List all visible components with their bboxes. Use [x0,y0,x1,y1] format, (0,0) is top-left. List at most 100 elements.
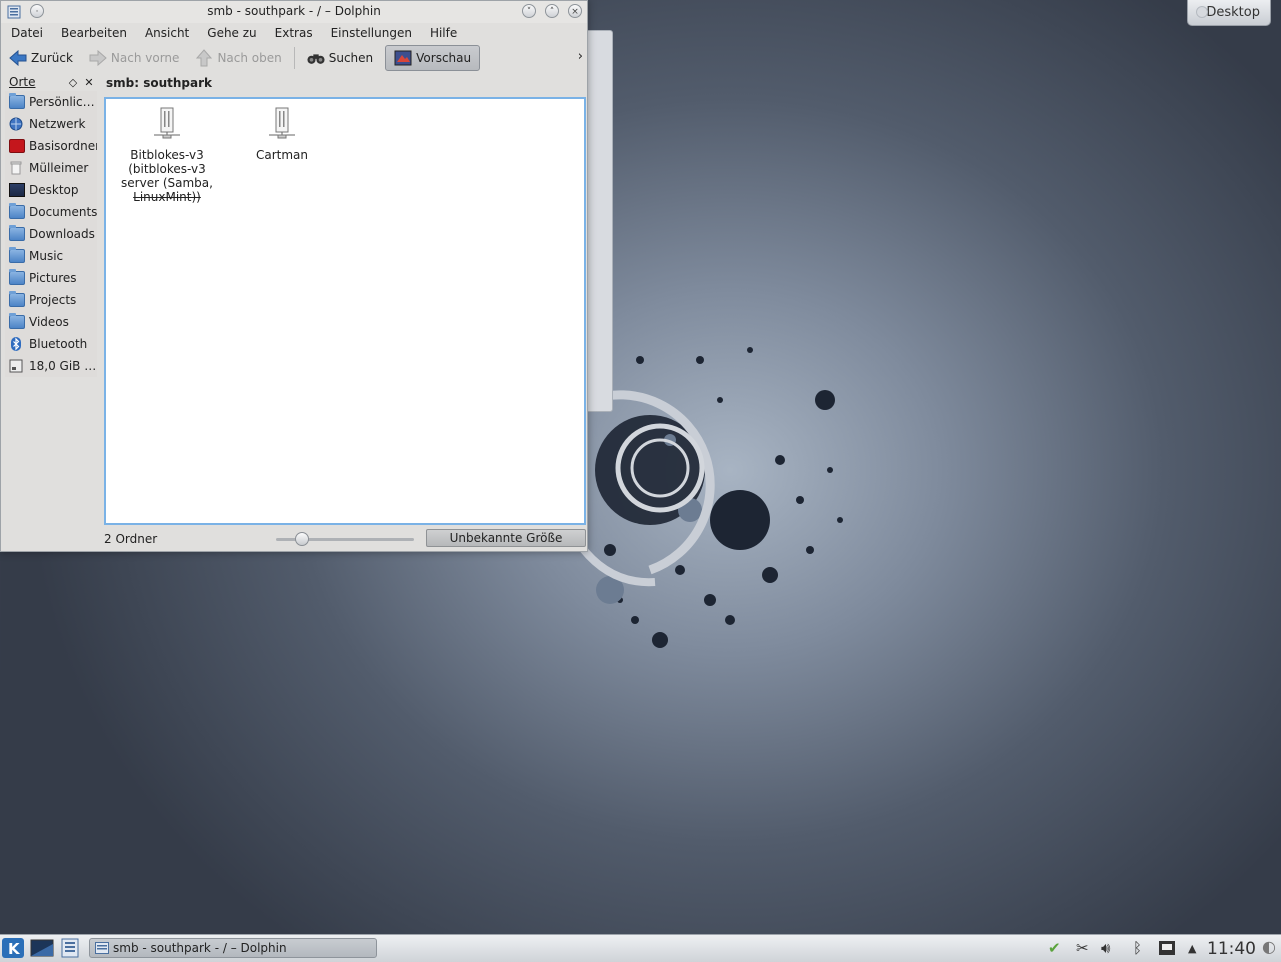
place-label: 18,0 GiB … [29,359,97,373]
item-name-line: Cartman [255,148,309,162]
place-label: Mülleimer [29,161,89,175]
menu-bearbeiten[interactable]: Bearbeiten [51,23,135,43]
clock[interactable]: 11:40 [1207,939,1256,959]
place-drive[interactable]: 18,0 GiB … [5,355,97,377]
place-home[interactable]: Persönlic… [5,91,97,113]
place-root[interactable]: Basisordner [5,135,97,157]
menu-einstellungen[interactable]: Einstellungen [321,23,420,43]
menu-bar: Datei Bearbeiten Ansicht Gehe zu Extras … [1,23,587,43]
menu-extras[interactable]: Extras [265,23,321,43]
folder-icon [9,247,25,263]
kde-launcher-icon[interactable]: K [2,938,24,958]
cashew-icon [1196,6,1208,18]
main-toolbar: Zurück Nach vorne Nach oben Suchen Vorsc… [1,43,587,73]
search-label: Suchen [328,51,374,65]
share-item-bitblokes[interactable]: Bitblokes-v3 (bitblokes-v3 server (Samba… [119,107,215,204]
place-desktop[interactable]: Desktop [5,179,97,201]
menu-datei[interactable]: Datei [1,23,51,43]
folder-icon [9,225,25,241]
clipboard-scissors-icon[interactable]: ✂ [1076,939,1089,957]
place-bluetooth[interactable]: Bluetooth [5,333,97,355]
place-label: Documents [29,205,97,219]
place-label: Music [29,249,64,263]
taskbar: K smb - southpark - / – Dolphin ✔ ✂ 🔊︎ ᛒ… [0,934,1281,962]
dolphin-window: · smb - southpark - / – Dolphin ˅ ˄ × Da… [0,0,588,552]
panel-toolbox-icon[interactable]: ◐ [1262,937,1276,956]
file-manager-launcher-icon[interactable] [60,938,80,958]
float-panel-icon[interactable]: ◇ [65,76,81,89]
search-button[interactable]: Suchen [299,45,381,71]
free-space-button[interactable]: Unbekannte Größe [426,529,586,547]
place-label: Desktop [29,183,79,197]
up-label: Nach oben [217,51,282,65]
close-icon[interactable]: × [568,4,582,18]
item-name-line: LinuxMint)) [133,190,201,204]
item-name-line: Bitblokes-v3 [130,148,204,162]
folder-icon [9,269,25,285]
folder-icon [9,291,25,307]
maximize-icon[interactable]: ˄ [545,4,559,18]
svg-text:K: K [8,940,21,958]
desktop-toolbox-button[interactable]: Desktop [1187,0,1271,26]
menu-ansicht[interactable]: Ansicht [135,23,197,43]
place-network[interactable]: Netzwerk [5,113,97,135]
places-panel: Orte ◇ ✕ Persönlic… Netzwerk Basisordner… [5,73,97,548]
place-label: Basisordner [29,139,97,153]
debian-swirl-wallpaper [580,347,843,648]
taskbar-task-dolphin[interactable]: smb - southpark - / – Dolphin [89,938,377,958]
status-bar: 2 Ordner Unbekannte Größe [104,529,586,549]
drive-icon [9,359,25,373]
place-music[interactable]: Music [5,245,97,267]
forward-button[interactable]: Nach vorne [81,45,188,71]
close-panel-icon[interactable]: ✕ [81,76,97,89]
place-documents[interactable]: Documents [5,201,97,223]
bluetooth-tray-icon[interactable]: ᛒ [1133,939,1142,957]
place-trash[interactable]: Mülleimer [5,157,97,179]
place-label: Netzwerk [29,117,86,131]
trash-icon [9,161,25,175]
toolbar-overflow-chevron-icon[interactable]: › [578,49,583,64]
place-label: Projects [29,293,77,307]
place-pictures[interactable]: Pictures [5,267,97,289]
back-label: Zurück [31,51,73,65]
place-label: Persönlic… [29,95,95,109]
status-text: 2 Ordner [104,532,158,546]
preview-toggle-button[interactable]: Vorschau [385,45,481,71]
place-downloads[interactable]: Downloads [5,223,97,245]
places-list: Persönlic… Netzwerk Basisordner Mülleime… [5,91,97,377]
show-desktop-icon[interactable] [30,938,54,958]
dolphin-task-icon [95,942,109,954]
place-videos[interactable]: Videos [5,311,97,333]
file-view[interactable]: Bitblokes-v3 (bitblokes-v3 server (Samba… [104,97,586,525]
home-folder-icon [9,93,25,109]
location-header: smb: southpark [106,76,213,90]
up-button[interactable]: Nach oben [187,45,289,71]
desktop-icon [9,183,25,197]
panel-splitter[interactable] [98,73,102,548]
place-projects[interactable]: Projects [5,289,97,311]
minimize-icon[interactable]: ˅ [522,4,536,18]
zoom-slider[interactable] [276,532,414,546]
volume-icon[interactable]: 🔊︎ [1101,939,1110,957]
item-name-line: (bitblokes-v3 [128,162,206,176]
title-bar[interactable]: · smb - southpark - / – Dolphin ˅ ˄ × [1,1,587,23]
places-title: Orte [9,75,36,89]
tray-expand-arrow-icon[interactable]: ▲ [1188,942,1196,955]
back-button[interactable]: Zurück [1,45,81,71]
preview-label: Vorschau [416,51,472,65]
task-label: smb - southpark - / – Dolphin [113,941,287,955]
background-window-edge [585,30,613,412]
network-icon [9,117,25,131]
menu-hilfe[interactable]: Hilfe [420,23,465,43]
network-tray-icon[interactable] [1158,940,1176,956]
arrow-up-icon [195,49,213,67]
network-server-icon [269,107,295,139]
zoom-slider-handle[interactable] [295,532,309,546]
menu-gehe-zu[interactable]: Gehe zu [197,23,264,43]
share-item-cartman[interactable]: Cartman [234,107,330,162]
places-header: Orte ◇ ✕ [5,73,97,91]
update-check-icon[interactable]: ✔ [1048,939,1061,957]
place-label: Bluetooth [29,337,88,351]
folder-icon [9,203,25,219]
binoculars-icon [307,49,325,67]
